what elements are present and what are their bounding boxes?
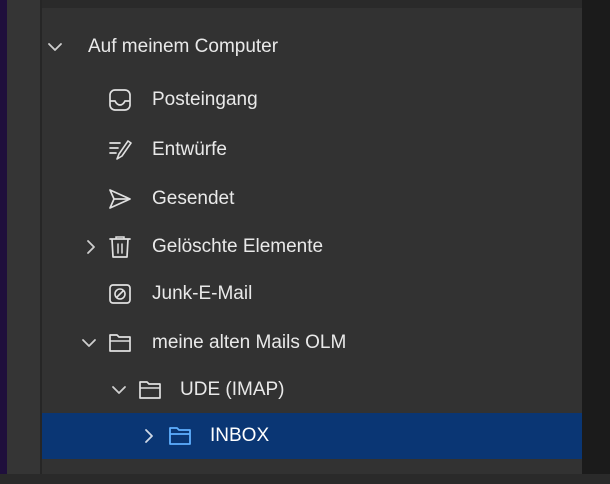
folder-label: Posteingang: [152, 89, 258, 110]
trash-icon: [108, 235, 132, 259]
window-top-edge: [0, 0, 610, 8]
drafts-icon: [108, 138, 132, 162]
inbox-icon: [108, 88, 132, 112]
folder-item-gesendet[interactable]: Gesendet: [42, 179, 582, 219]
folder-pane: Auf meinem Computer Posteingang Entwürfe: [42, 8, 582, 474]
sidebar-gutter: [7, 0, 41, 484]
chevron-down-icon[interactable]: [46, 38, 64, 56]
folder-item-ude-imap[interactable]: UDE (IMAP): [42, 370, 582, 410]
folder-icon: [138, 378, 162, 402]
folder-label: Junk-E-Mail: [152, 283, 253, 304]
account-row[interactable]: Auf meinem Computer: [42, 27, 582, 67]
folder-item-posteingang[interactable]: Posteingang: [42, 80, 582, 120]
folder-label: Gelöschte Elemente: [152, 236, 324, 257]
account-label: Auf meinem Computer: [88, 36, 279, 57]
chevron-down-icon[interactable]: [110, 381, 128, 399]
folder-label: Entwürfe: [152, 139, 227, 160]
message-list-edge: [582, 0, 610, 484]
junk-icon: [108, 282, 132, 306]
sent-icon: [108, 187, 132, 211]
chevron-right-icon[interactable]: [82, 238, 100, 256]
folder-item-inbox[interactable]: INBOX: [42, 413, 582, 459]
folder-item-geloeschte-elemente[interactable]: Gelöschte Elemente: [42, 227, 582, 267]
folder-icon: [108, 331, 132, 355]
chevron-right-icon[interactable]: [140, 427, 158, 445]
folder-item-entwuerfe[interactable]: Entwürfe: [42, 130, 582, 170]
app-left-strip: [0, 0, 7, 484]
chevron-down-icon[interactable]: [80, 334, 98, 352]
window-bottom-edge: [0, 474, 610, 484]
folder-label: Gesendet: [152, 188, 235, 209]
folder-item-junk-e-mail[interactable]: Junk-E-Mail: [42, 274, 582, 314]
folder-label: INBOX: [210, 425, 270, 446]
folder-item-meine-alten-mails-olm[interactable]: meine alten Mails OLM: [42, 323, 582, 363]
folder-label: UDE (IMAP): [180, 379, 285, 400]
folder-icon: [168, 424, 192, 448]
folder-label: meine alten Mails OLM: [152, 332, 347, 353]
